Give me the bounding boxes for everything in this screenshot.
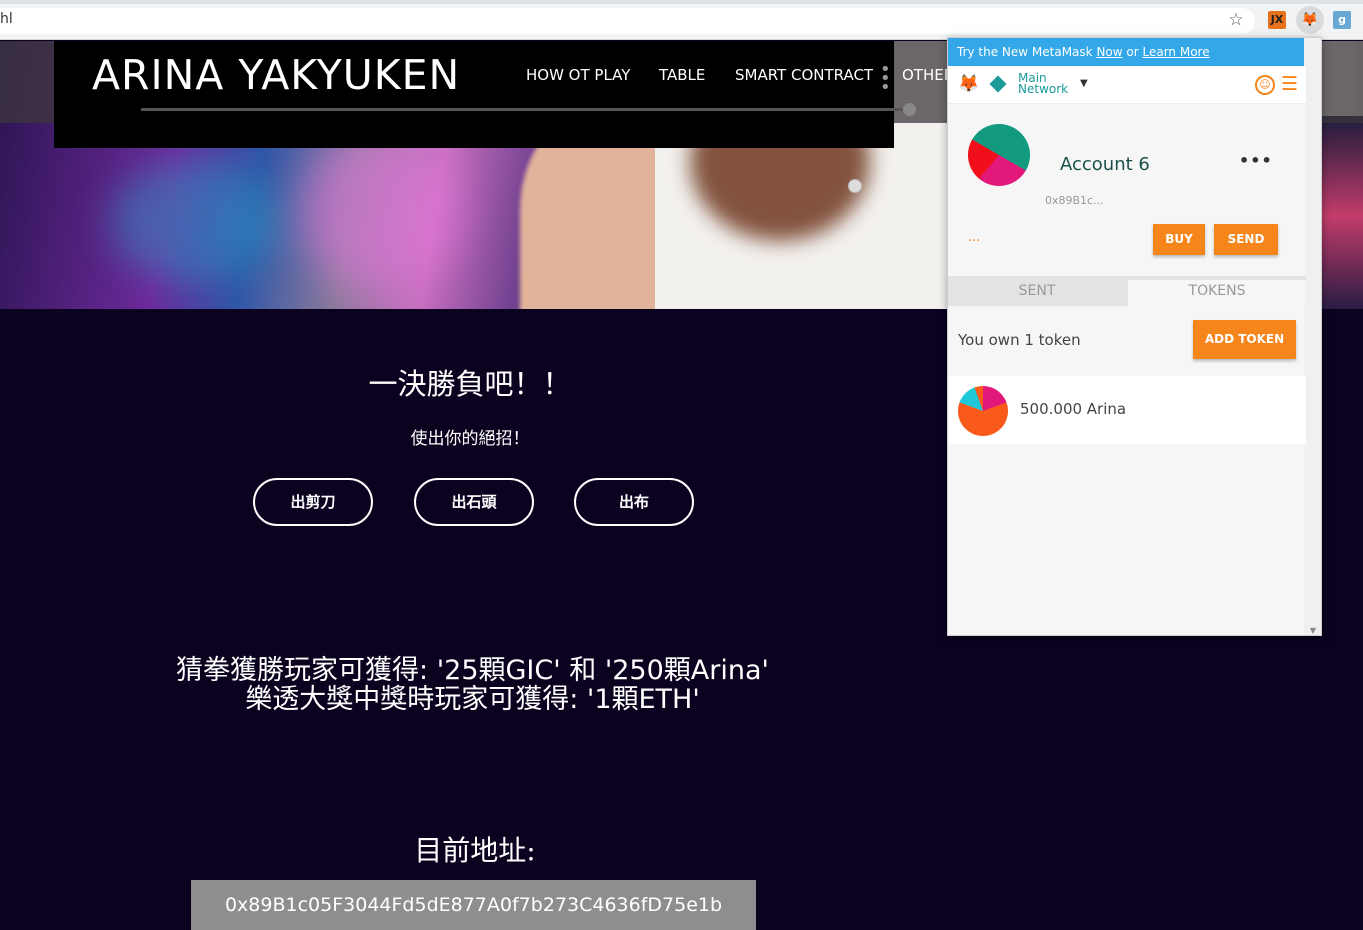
banner-text: Try the New MetaMask (957, 45, 1097, 59)
scroll-down-arrow-icon[interactable]: ▼ (1310, 626, 1316, 635)
token-balance: 500.000 Arina (1020, 400, 1127, 418)
account-switch-icon[interactable]: ☺ (1255, 75, 1275, 95)
network-diamond-icon[interactable] (989, 75, 1007, 93)
token-count-text: You own 1 token (958, 331, 1081, 349)
tab-tokens[interactable]: TOKENS (1128, 280, 1306, 306)
banner-learn-more-link[interactable]: Learn More (1142, 45, 1209, 59)
add-token-button[interactable]: ADD TOKEN (1193, 320, 1296, 359)
banner-now-link[interactable]: Now (1096, 45, 1122, 59)
game-title: 一決勝負吧！！ (368, 367, 572, 401)
account-name: Account 6 (1060, 154, 1150, 175)
rock-button[interactable]: 出石頭 (414, 478, 534, 526)
address-bar[interactable]: hl (0, 8, 1255, 34)
account-more-icon[interactable]: ••• (1239, 151, 1273, 170)
jx-extension-icon[interactable]: JX (1268, 11, 1286, 29)
nav-table[interactable]: TABLE (659, 66, 705, 84)
account-balance: ... (968, 230, 981, 245)
network-label-line2: Network (1018, 82, 1069, 96)
banner-or-text: or (1122, 45, 1143, 59)
tab-sent[interactable]: SENT (948, 280, 1126, 306)
caret-down-icon[interactable]: ▼ (1080, 78, 1088, 89)
metamask-tabs: SENT TOKENS (948, 276, 1306, 306)
current-address-title: 目前地址: (414, 834, 536, 867)
nav-smart-contract[interactable]: SMART CONTRACT (735, 66, 873, 84)
token-identicon (958, 386, 1008, 436)
network-selector[interactable]: Main Network (1018, 72, 1069, 96)
send-button[interactable]: SEND (1214, 224, 1278, 255)
game-subtitle: 使出你的絕招！ (410, 429, 530, 449)
metamask-popup: Try the New MetaMask Now or Learn More ▼… (947, 37, 1322, 636)
prize-text-lottery: 樂透大獎中獎時玩家可獲得: '1顆ETH' (245, 684, 700, 715)
nav-how-to-play[interactable]: HOW OT PLAY (526, 66, 630, 84)
account-address[interactable]: 0x89B1c... (1045, 194, 1104, 207)
star-icon[interactable]: ☆ (1226, 10, 1246, 30)
paper-button[interactable]: 出布 (574, 478, 694, 526)
token-list-item[interactable]: 500.000 Arina (948, 376, 1306, 444)
hamburger-menu-icon[interactable]: ☰ (1281, 74, 1298, 94)
third-extension-icon[interactable]: g (1333, 11, 1351, 29)
account-section: Account 6 ••• 0x89B1c... ... BUY SEND (948, 104, 1306, 276)
header-nav: ARINA YAKYUKEN HOW OT PLAY TABLE SMART C… (54, 41, 964, 148)
metamask-fox-icon[interactable]: 🦊 (1301, 11, 1319, 29)
metamask-logo-icon: 🦊 (958, 74, 980, 94)
more-vertical-icon[interactable]: • • • (880, 61, 891, 97)
account-avatar (968, 124, 1030, 186)
scissors-button[interactable]: 出剪刀 (253, 478, 373, 526)
media-progress-knob[interactable] (903, 103, 916, 116)
current-address-value: 0x89B1c05F3044Fd5dE877A0f7b273C4636fD75e… (191, 880, 756, 930)
address-bar-text[interactable]: hl (0, 11, 13, 27)
tab-strip-edge (0, 0, 1363, 4)
metamask-header: 🦊 Main Network ▼ ☺ ☰ (948, 66, 1306, 104)
browser-toolbar: hl ☆ JX 🦊 g (0, 0, 1363, 40)
popup-scrollbar[interactable]: ▼ (1304, 38, 1321, 635)
metamask-banner: Try the New MetaMask Now or Learn More (948, 38, 1306, 66)
media-progress-track[interactable] (141, 108, 911, 111)
buy-button[interactable]: BUY (1153, 224, 1205, 255)
site-brand[interactable]: ARINA YAKYUKEN (92, 51, 460, 99)
